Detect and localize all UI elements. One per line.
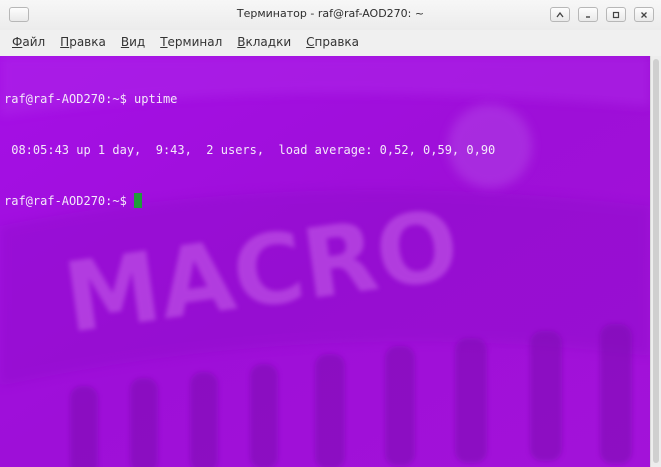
menu-terminal[interactable]: Терминал bbox=[152, 32, 229, 52]
minimize-button[interactable] bbox=[578, 7, 598, 22]
menu-help[interactable]: Справка bbox=[298, 32, 366, 52]
close-button[interactable] bbox=[634, 7, 654, 22]
vertical-scrollbar[interactable] bbox=[650, 56, 661, 467]
menu-bar: Файл Правка Вид Терминал Вкладки Справка bbox=[0, 30, 661, 54]
terminal-prompt-line: raf@raf-AOD270:~$ bbox=[4, 193, 495, 210]
terminal-line: 08:05:43 up 1 day, 9:43, 2 users, load a… bbox=[4, 143, 496, 157]
terminal-window: Терминатор - raf@raf-AOD270: ~ Файл Прав… bbox=[0, 0, 661, 467]
menu-tabs[interactable]: Вкладки bbox=[229, 32, 298, 52]
title-bar[interactable]: Терминатор - raf@raf-AOD270: ~ bbox=[0, 0, 661, 30]
terminal-line: raf@raf-AOD270:~$ uptime bbox=[4, 92, 178, 106]
menu-view[interactable]: Вид bbox=[113, 32, 152, 52]
text-cursor bbox=[134, 193, 143, 208]
keep-above-button[interactable] bbox=[550, 7, 570, 22]
scrollbar-thumb[interactable] bbox=[653, 59, 659, 463]
minimize-icon bbox=[586, 15, 590, 18]
maximize-icon bbox=[612, 11, 620, 18]
terminal-area[interactable]: MACRO raf@raf-AOD270:~$ uptime 08:05:43 … bbox=[0, 56, 650, 467]
maximize-button[interactable] bbox=[606, 7, 626, 22]
menu-edit[interactable]: Правка bbox=[52, 32, 113, 52]
menu-file[interactable]: Файл bbox=[4, 32, 52, 52]
chevron-up-icon bbox=[556, 11, 564, 17]
terminal-output: raf@raf-AOD270:~$ uptime 08:05:43 up 1 d… bbox=[4, 57, 495, 244]
terminal-prompt: raf@raf-AOD270:~$ bbox=[4, 194, 135, 208]
close-icon bbox=[641, 11, 647, 18]
